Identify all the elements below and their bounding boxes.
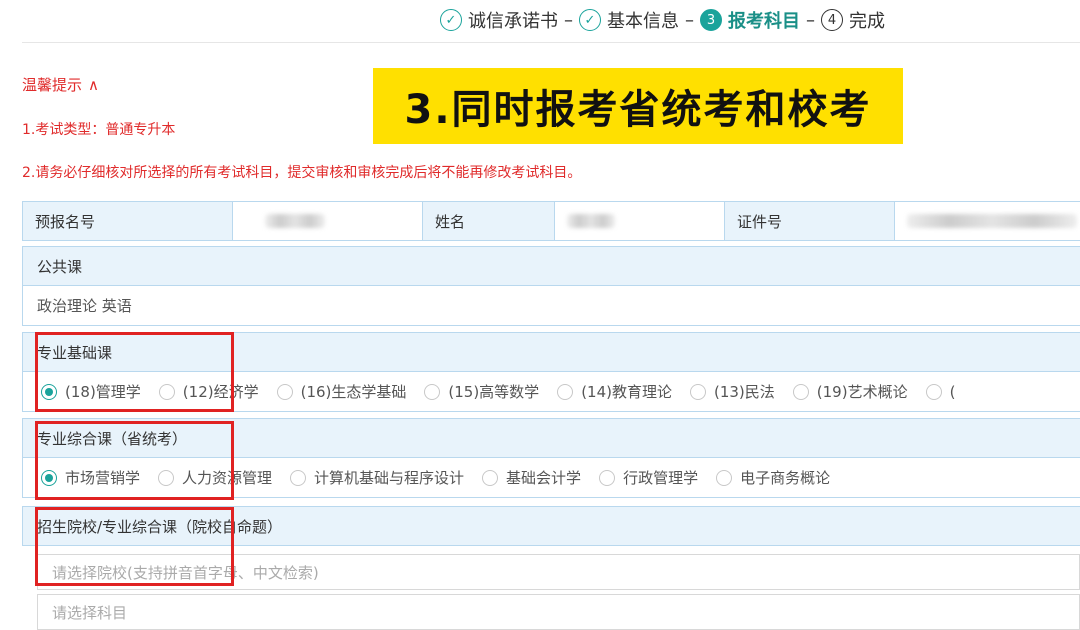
option-label: (15)高等数学 bbox=[448, 383, 540, 401]
option-label: (14)教育理论 bbox=[581, 383, 672, 401]
step-2-label: 基本信息 bbox=[607, 11, 679, 32]
redacted-value bbox=[265, 214, 325, 228]
annotation-banner: 3.同时报考省统考和校考 bbox=[373, 68, 903, 144]
radio-icon[interactable] bbox=[276, 383, 293, 400]
option-label: 计算机基础与程序设计 bbox=[314, 469, 465, 487]
basic-option-15[interactable]: (15)高等数学 bbox=[424, 381, 539, 402]
basic-option-14[interactable]: (14)教育理论 bbox=[557, 381, 672, 402]
radio-icon[interactable] bbox=[599, 469, 616, 486]
tip-exam-type: 1.考试类型：普通专升本 bbox=[22, 122, 176, 138]
comprehensive-course-options: 市场营销学 人力资源管理 计算机基础与程序设计 基础会计学 行政管理学 电子商务… bbox=[22, 458, 1080, 498]
header-divider bbox=[22, 42, 1080, 43]
check-icon: ✓ bbox=[579, 9, 601, 31]
option-label: ( bbox=[949, 382, 956, 401]
progress-stepper: ✓ 诚信承诺书 – ✓ 基本信息 – 3 报考科目 – 4 完成 bbox=[440, 4, 885, 36]
step-2: ✓ 基本信息 bbox=[579, 7, 679, 33]
basic-course-header: 专业基础课 bbox=[22, 332, 1080, 372]
basic-option-13[interactable]: (13)民法 bbox=[689, 381, 775, 402]
basic-option-16[interactable]: (16)生态学基础 bbox=[276, 381, 407, 402]
radio-icon[interactable] bbox=[792, 383, 809, 400]
radio-selected-icon[interactable] bbox=[41, 383, 57, 400]
option-label: 行政管理学 bbox=[623, 469, 699, 487]
step-3-number: 3 bbox=[700, 9, 722, 31]
basic-option-more[interactable]: ( bbox=[925, 382, 956, 401]
option-label: 基础会计学 bbox=[506, 469, 582, 487]
comp-option-accounting[interactable]: 基础会计学 bbox=[482, 467, 581, 488]
step-1: ✓ 诚信承诺书 bbox=[440, 7, 558, 33]
step-3: 3 报考科目 bbox=[700, 7, 800, 33]
tips-toggle[interactable]: 温馨提示 ∧ bbox=[22, 74, 99, 95]
comp-option-admin[interactable]: 行政管理学 bbox=[599, 467, 698, 488]
step-3-label: 报考科目 bbox=[728, 11, 800, 32]
pre-reg-id-label: 预报名号 bbox=[23, 202, 233, 240]
name-label: 姓名 bbox=[423, 202, 555, 240]
basic-option-12[interactable]: (12)经济学 bbox=[158, 381, 259, 402]
basic-course-options: (18)管理学 (12)经济学 (16)生态学基础 (15)高等数学 (14)教… bbox=[22, 372, 1080, 412]
check-icon: ✓ bbox=[440, 9, 462, 31]
radio-icon[interactable] bbox=[689, 383, 706, 400]
step-1-label: 诚信承诺书 bbox=[468, 11, 558, 32]
radio-icon[interactable] bbox=[290, 469, 307, 486]
step-separator: – bbox=[806, 9, 815, 31]
radio-icon[interactable] bbox=[716, 469, 733, 486]
redacted-value bbox=[567, 214, 615, 228]
step-separator: – bbox=[564, 9, 573, 31]
tips-title: 温馨提示 bbox=[22, 76, 83, 94]
comp-option-ecommerce[interactable]: 电子商务概论 bbox=[716, 467, 830, 488]
option-label: (19)艺术概论 bbox=[816, 383, 908, 401]
chevron-up-icon: ∧ bbox=[88, 76, 99, 94]
radio-icon[interactable] bbox=[925, 383, 942, 400]
radio-icon[interactable] bbox=[158, 383, 175, 400]
comprehensive-course-header: 专业综合课（省统考） bbox=[22, 418, 1080, 458]
radio-icon[interactable] bbox=[424, 383, 441, 400]
option-label: 市场营销学 bbox=[65, 469, 141, 487]
option-label: 电子商务概论 bbox=[740, 469, 831, 487]
school-select-input[interactable]: 请选择院校(支持拼音首字母、中文检索) bbox=[37, 554, 1080, 590]
option-label: 人力资源管理 bbox=[182, 469, 273, 487]
step-separator: – bbox=[685, 9, 694, 31]
comp-option-computer[interactable]: 计算机基础与程序设计 bbox=[290, 467, 464, 488]
cert-no-value bbox=[895, 202, 1080, 240]
comp-option-hr[interactable]: 人力资源管理 bbox=[158, 467, 272, 488]
step-4: 4 完成 bbox=[821, 7, 885, 33]
step-4-number: 4 bbox=[821, 9, 843, 31]
basic-option-18[interactable]: (18)管理学 bbox=[41, 381, 141, 402]
comp-option-marketing[interactable]: 市场营销学 bbox=[41, 467, 140, 488]
radio-icon[interactable] bbox=[482, 469, 499, 486]
public-course-header: 公共课 bbox=[22, 246, 1080, 286]
option-label: (13)民法 bbox=[713, 383, 775, 401]
option-label: (16)生态学基础 bbox=[300, 383, 407, 401]
option-label: (12)经济学 bbox=[182, 383, 259, 401]
applicant-info-row: 预报名号 姓名 证件号 bbox=[22, 201, 1080, 241]
school-course-header: 招生院校/专业综合课（院校自命题） bbox=[22, 506, 1080, 546]
step-4-label: 完成 bbox=[849, 11, 885, 32]
basic-option-19[interactable]: (19)艺术概论 bbox=[792, 381, 908, 402]
subject-select-input[interactable]: 请选择科目 bbox=[37, 594, 1080, 630]
name-value bbox=[555, 202, 725, 240]
option-label: (18)管理学 bbox=[65, 383, 141, 401]
redacted-value bbox=[907, 214, 1077, 228]
cert-no-label: 证件号 bbox=[725, 202, 895, 240]
radio-icon[interactable] bbox=[557, 383, 574, 400]
radio-selected-icon[interactable] bbox=[41, 469, 57, 486]
tip-warning: 2.请务必仔细核对所选择的所有考试科目，提交审核和审核完成后将不能再修改考试科目… bbox=[22, 165, 582, 181]
public-course-subjects: 政治理论 英语 bbox=[22, 286, 1080, 326]
pre-reg-id-value bbox=[233, 202, 423, 240]
radio-icon[interactable] bbox=[158, 469, 175, 486]
